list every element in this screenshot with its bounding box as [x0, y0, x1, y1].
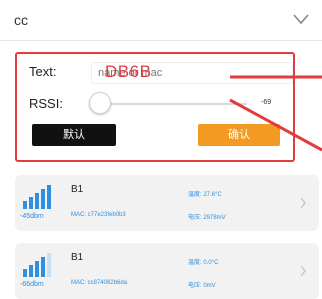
annotation-text: DB6B — [105, 62, 152, 81]
device-rssi: -45dbm — [20, 213, 44, 220]
text-label: Text: — [29, 64, 57, 79]
device-card[interactable]: -66dbm B1 MAC: cc874082b6da 温度: 0.0°C 电压… — [15, 243, 319, 299]
chevron-right-icon — [300, 265, 306, 277]
chevron-right-icon — [300, 197, 306, 209]
filter-panel: Text: DB6B RSSI: -69 默认 确认 — [15, 52, 295, 162]
device-voltage: 电压: 2978mV — [188, 215, 226, 221]
rssi-slider-track[interactable] — [97, 103, 247, 105]
device-mac: MAC: cc874082b6da — [71, 280, 128, 286]
chevron-down-icon[interactable] — [292, 12, 310, 26]
device-select-value: cc — [14, 12, 28, 28]
rssi-slider-thumb[interactable] — [89, 92, 111, 114]
device-select[interactable]: cc — [0, 0, 322, 41]
signal-bars-icon — [23, 185, 51, 209]
rssi-slider-value: -69 — [261, 99, 272, 106]
device-name: B1 — [71, 184, 84, 195]
device-rssi: -66dbm — [20, 281, 44, 288]
device-name: B1 — [71, 252, 84, 263]
default-button[interactable]: 默认 — [32, 124, 116, 146]
device-temperature: 温度: 27.6°C — [188, 192, 222, 198]
device-temperature: 温度: 0.0°C — [188, 260, 219, 266]
rssi-label: RSSI: — [29, 96, 63, 111]
device-mac: MAC: c77e23feb0b3 — [71, 212, 126, 218]
confirm-button[interactable]: 确认 — [198, 124, 280, 146]
device-card[interactable]: -45dbm B1 MAC: c77e23feb0b3 温度: 27.6°C 电… — [15, 175, 319, 231]
device-voltage: 电压: 0mV — [188, 283, 216, 289]
signal-bars-icon — [23, 253, 51, 277]
